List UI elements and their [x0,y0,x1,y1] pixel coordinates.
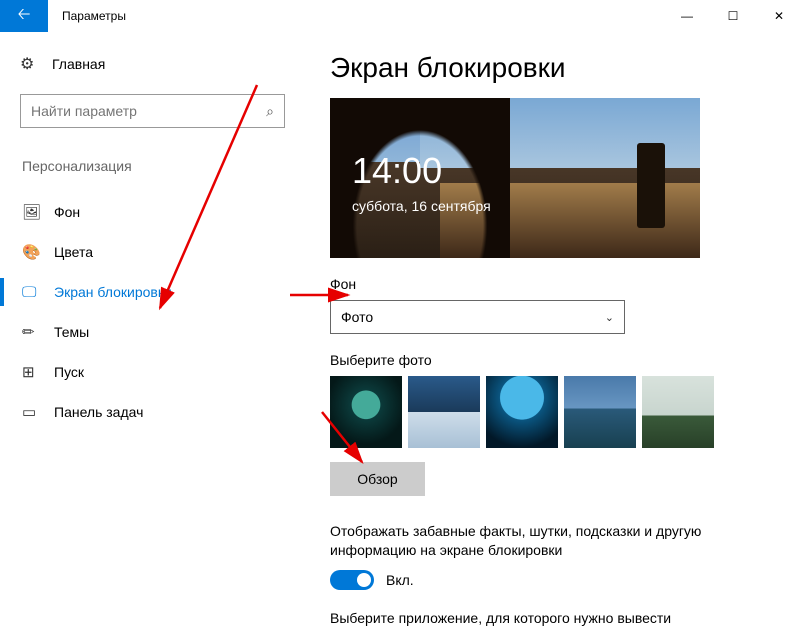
search-icon: ⌕ [266,103,274,120]
nav-label: Экран блокировки [54,284,172,300]
nav-icon: 🖼 [22,203,40,221]
section-header: Персонализация [20,158,280,174]
nav-icon: ✏ [22,323,40,341]
close-button[interactable]: ✕ [756,0,802,32]
main-panel: Экран блокировки 14:00 суббота, 16 сентя… [300,32,802,635]
sidebar-item-цвета[interactable]: 🎨 Цвета [0,232,300,272]
home-icon: ⚙ [20,54,38,74]
lockscreen-preview: 14:00 суббота, 16 сентября [330,98,700,258]
preview-time: 14:00 [352,150,442,192]
nav-icon: ▭ [22,403,40,421]
preview-date: суббота, 16 сентября [352,198,491,214]
thumbnail[interactable] [408,376,480,448]
toggle-label: Вкл. [386,572,414,588]
sidebar-item-темы[interactable]: ✏ Темы [0,312,300,352]
thumbnail[interactable] [642,376,714,448]
search-input[interactable] [31,103,266,119]
window-controls: — ☐ ✕ [664,0,802,32]
dropdown-value: Фото [341,309,373,325]
nav-label: Фон [54,204,80,220]
nav-label: Темы [54,324,89,340]
home-label: Главная [52,56,105,72]
sidebar-item-панель-задач[interactable]: ▭ Панель задач [0,392,300,432]
nav-label: Цвета [54,244,93,260]
home-nav[interactable]: ⚙ Главная [20,50,280,78]
titlebar: 🡠 Параметры — ☐ ✕ [0,0,802,32]
sidebar: ⚙ Главная ⌕ Персонализация 🖼 Фон 🎨 Цвета 🖵 Эк… [0,32,300,635]
search-box[interactable]: ⌕ [20,94,285,128]
sidebar-item-пуск[interactable]: ⊞ Пуск [0,352,300,392]
chevron-down-icon: ⌄ [605,311,614,324]
app-description: Выберите приложение, для которого нужно … [330,610,772,626]
facts-description: Отображать забавные факты, шутки, подска… [330,522,770,560]
back-button[interactable]: 🡠 [0,0,48,32]
maximize-button[interactable]: ☐ [710,0,756,32]
background-label: Фон [330,276,772,292]
minimize-button[interactable]: — [664,0,710,32]
thumbnail[interactable] [564,376,636,448]
nav-icon: ⊞ [22,363,40,381]
choose-photo-label: Выберите фото [330,352,772,368]
nav-icon: 🎨 [22,243,40,261]
nav-label: Пуск [54,364,84,380]
sidebar-item-фон[interactable]: 🖼 Фон [0,192,300,232]
facts-toggle-row: Вкл. [330,570,772,590]
thumbnail[interactable] [486,376,558,448]
window-title: Параметры [62,9,126,23]
facts-toggle[interactable] [330,570,374,590]
thumbnail[interactable] [330,376,402,448]
page-title: Экран блокировки [330,52,772,84]
photo-thumbnails [330,376,772,448]
background-dropdown[interactable]: Фото ⌄ [330,300,625,334]
nav-label: Панель задач [54,404,143,420]
sidebar-item-экран-блокировки[interactable]: 🖵 Экран блокировки [0,272,300,312]
nav-icon: 🖵 [22,284,40,301]
browse-button[interactable]: Обзор [330,462,425,496]
